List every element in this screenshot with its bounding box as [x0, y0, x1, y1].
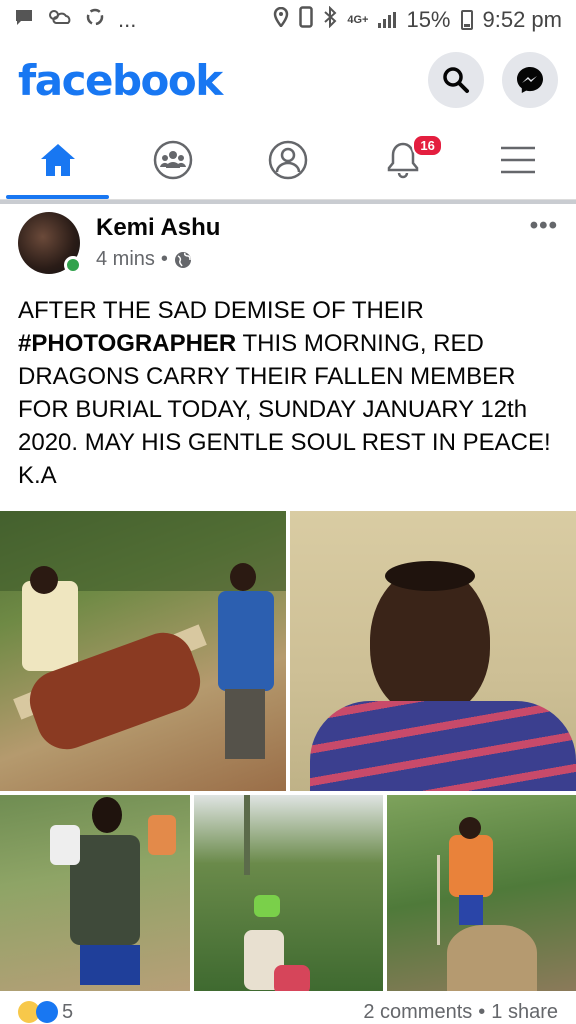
status-more-dots: ...: [118, 7, 137, 32]
post-hashtag[interactable]: #PHOTOGRAPHER: [18, 330, 236, 357]
photo-5[interactable]: [387, 795, 576, 991]
reaction-summary[interactable]: 5: [18, 1001, 73, 1024]
menu-icon: [501, 146, 536, 173]
app-header: facebook: [0, 40, 576, 120]
status-bar: ... 4G+ 15% 9:52 pm: [0, 0, 576, 40]
battery-percent: 15%: [406, 7, 451, 32]
photo-2[interactable]: [290, 511, 576, 791]
notification-badge: 16: [412, 134, 443, 157]
post-text-part1: AFTER THE SAD DEMISE OF THEIR: [18, 297, 424, 324]
tab-groups[interactable]: [115, 120, 230, 199]
home-icon: [40, 143, 75, 176]
photo-3[interactable]: [0, 795, 190, 991]
photo-1[interactable]: [0, 511, 286, 791]
online-indicator: [64, 256, 82, 274]
share-count[interactable]: 1 share: [491, 1001, 558, 1024]
like-reaction-icon: [36, 1001, 58, 1023]
comment-count[interactable]: 2 comments: [363, 1001, 472, 1024]
post-options-button[interactable]: •••: [530, 212, 558, 240]
post-time[interactable]: 4 mins: [96, 248, 155, 271]
post-photo-grid: [0, 511, 576, 991]
messenger-button[interactable]: [502, 52, 558, 108]
groups-icon: [153, 140, 193, 179]
footer-dot: •: [478, 1000, 486, 1023]
bluetooth-icon: [323, 5, 337, 34]
sync-icon: [84, 6, 106, 34]
tab-menu[interactable]: [461, 120, 576, 199]
photo-4[interactable]: [194, 795, 383, 991]
profile-icon: [268, 140, 308, 179]
post-header: Kemi Ashu 4 mins • •••: [0, 204, 576, 280]
tab-home[interactable]: [0, 120, 115, 199]
post-text: AFTER THE SAD DEMISE OF THEIR #PHOTOGRAP…: [0, 280, 576, 508]
search-button[interactable]: [428, 52, 484, 108]
meta-separator: •: [160, 248, 168, 270]
feed-post: Kemi Ashu 4 mins • ••• AFTER THE SAD DEM…: [0, 204, 576, 991]
avatar[interactable]: [18, 212, 82, 274]
weather-icon: [46, 7, 72, 33]
network-type: 4G+: [347, 14, 369, 26]
message-notification-icon: [14, 8, 34, 32]
status-left-icons: ...: [14, 6, 136, 34]
status-right-icons: 4G+ 15% 9:52 pm: [273, 5, 563, 34]
tab-notifications[interactable]: 16: [346, 120, 461, 199]
tab-profile[interactable]: [230, 120, 345, 199]
messenger-icon: [517, 67, 543, 93]
clock-time: 9:52 pm: [482, 7, 563, 32]
globe-icon: [174, 251, 191, 268]
post-footer: 5 2 comments • 1 share: [0, 1000, 576, 1024]
battery-icon: [460, 10, 473, 30]
post-meta: 4 mins •: [96, 248, 220, 271]
signal-icon: [378, 12, 397, 28]
search-icon: [443, 67, 469, 93]
nav-tabs: 16: [0, 120, 576, 200]
reaction-count: 5: [62, 1000, 74, 1023]
facebook-logo[interactable]: facebook: [18, 56, 223, 105]
post-author[interactable]: Kemi Ashu: [96, 214, 220, 242]
phone-icon: [299, 6, 314, 34]
location-icon: [273, 6, 289, 33]
